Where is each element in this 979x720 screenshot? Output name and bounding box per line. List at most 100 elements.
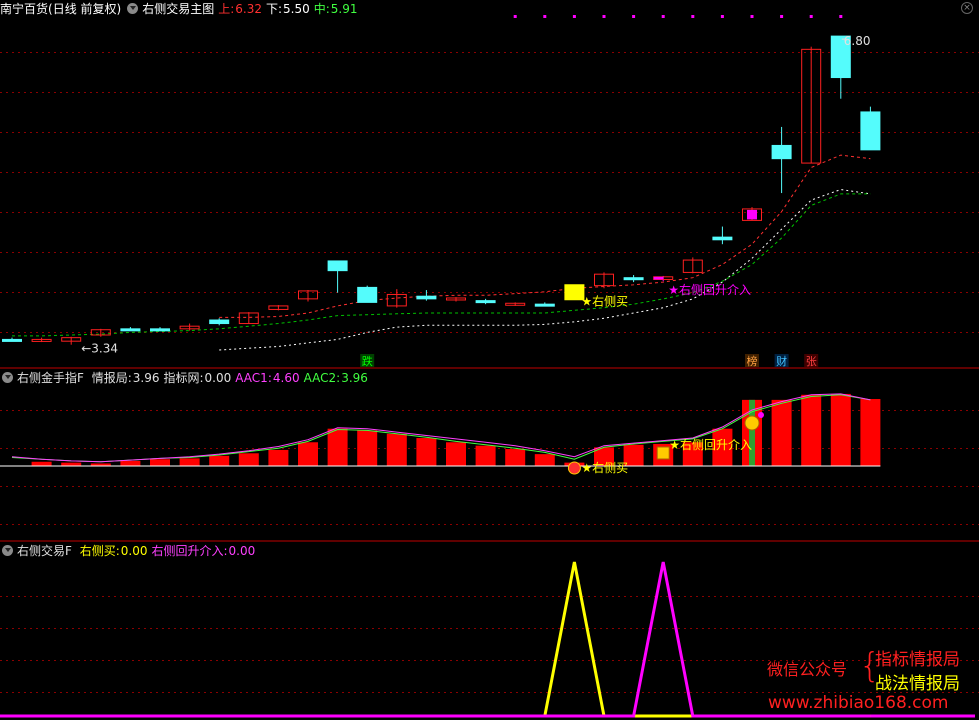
candle-body-fill <box>747 209 757 220</box>
panel3-item-label: 右侧回升介入: <box>151 544 228 558</box>
indicator-name: 右侧交易主图 <box>142 2 215 16</box>
signal-dot <box>758 412 764 418</box>
candle <box>771 126 792 194</box>
candle <box>298 290 318 302</box>
candle <box>505 302 526 306</box>
candle-body-fill <box>653 276 664 280</box>
candle-body <box>771 144 792 160</box>
panel2-header: 右侧金手指F 情报局:3.96 指标网:0.00 AAC1:4.60 AAC2:3.9… <box>0 370 376 386</box>
indicator-bar <box>238 453 259 466</box>
indicator-bar <box>31 461 52 466</box>
candle <box>682 257 703 274</box>
rebound-signal-label: ★右侧回升介入 <box>668 282 751 297</box>
candle <box>357 285 378 303</box>
top-marker-dot <box>809 15 813 18</box>
tag-label: 张 <box>806 355 817 368</box>
top-marker-dot <box>513 15 517 18</box>
candle <box>475 298 496 305</box>
indicator-bar <box>179 458 200 466</box>
indicator-dropdown-icon[interactable] <box>2 545 13 556</box>
watermark-line1: 指标情报局 <box>875 650 960 670</box>
panel2-item-value: 0.00 <box>204 371 232 385</box>
candle <box>209 318 230 326</box>
candle <box>120 327 141 332</box>
indicator-bar <box>298 442 318 466</box>
low-price-label: ←3.34 <box>81 342 118 356</box>
rebound-signal-icon <box>656 446 670 460</box>
stock-chart[interactable]: 6.80←3.34★右侧买★右侧回升介入跌榜财张★右侧买★右侧回升介入 <box>0 0 979 720</box>
candle-body <box>2 338 22 342</box>
indicator-bar <box>416 438 437 466</box>
candle <box>90 328 111 337</box>
top-marker-dot <box>632 15 636 18</box>
indicator-bar <box>61 462 82 466</box>
mid-label: 中: <box>313 2 330 16</box>
indicator-bar <box>120 460 141 466</box>
indicator-bar <box>801 394 822 466</box>
indicator-bar <box>860 399 881 466</box>
candle-body <box>209 319 230 325</box>
main-chart-header: 南宁百货(日线 前复权) 右侧交易主图 上:6.32 下:5.50 中:5.91 <box>0 1 362 17</box>
candle-body <box>416 295 437 300</box>
panel2-buy-label: ★右侧买 <box>581 460 628 475</box>
indicator-bar <box>446 442 466 466</box>
indicator-bar <box>505 449 526 466</box>
top-marker-dot <box>543 15 547 18</box>
red-band-line <box>219 154 871 318</box>
candle <box>386 289 407 308</box>
panel2-item-value: 3.96 <box>132 371 160 385</box>
candle-body <box>623 277 644 281</box>
panel2-item-label: 指标网: <box>163 371 204 385</box>
panel2-item-label: AAC1: <box>235 371 272 385</box>
indicator-bar <box>534 454 555 466</box>
tag-label: 榜 <box>747 354 758 368</box>
money-bag-icon <box>744 415 760 431</box>
panel3-header: 右侧交易F 右侧买:0.00 右侧回升介入:0.00 <box>0 543 263 559</box>
top-marker-dot <box>572 15 576 18</box>
candle <box>653 275 674 282</box>
candle <box>61 336 82 345</box>
tag-label: 跌 <box>362 354 373 368</box>
candle <box>742 207 762 221</box>
candle <box>534 302 555 307</box>
indicator-bar <box>475 445 496 466</box>
watermark-line2: 战法情报局 <box>875 674 960 694</box>
candle <box>327 260 348 293</box>
indicator-dropdown-icon[interactable] <box>2 372 13 383</box>
panel3-name: 右侧交易F <box>17 544 72 558</box>
mid-value: 5.91 <box>330 2 358 16</box>
top-marker-dot <box>691 15 695 18</box>
period-label: (日线 前复权) <box>48 2 122 16</box>
down-value: 5.50 <box>283 2 310 16</box>
indicator-bar <box>830 393 851 466</box>
panel2-item-value: 4.60 <box>272 371 300 385</box>
panel3-item-value: 0.00 <box>228 544 256 558</box>
candle <box>150 327 170 332</box>
candle-body <box>357 286 378 303</box>
up-value: 6.32 <box>235 2 262 16</box>
panel2-rebound-label: ★右侧回升介入 <box>669 437 752 452</box>
candle <box>712 226 733 245</box>
candle-body <box>475 300 496 304</box>
high-price-label: 6.80 <box>844 34 871 48</box>
candle-body <box>150 328 170 332</box>
panel3-item-label: 右侧买: <box>79 544 120 558</box>
signal-series-line <box>12 561 871 718</box>
indicator-bar <box>327 428 348 466</box>
top-marker-dot <box>661 15 665 18</box>
top-marker-dot <box>602 15 606 18</box>
close-icon[interactable]: × <box>961 2 973 14</box>
candle <box>268 305 289 311</box>
candle <box>446 297 466 302</box>
candle <box>416 290 437 301</box>
top-marker-dot <box>780 15 784 18</box>
stock-name: 南宁百货 <box>0 2 49 16</box>
green-band-line <box>12 193 871 337</box>
candle <box>801 46 822 164</box>
candle-body <box>120 328 141 332</box>
indicator-bar <box>386 433 407 466</box>
tag-label: 财 <box>776 354 787 368</box>
candle <box>594 272 614 289</box>
indicator-bar <box>150 459 170 466</box>
indicator-dropdown-icon[interactable] <box>127 3 139 14</box>
